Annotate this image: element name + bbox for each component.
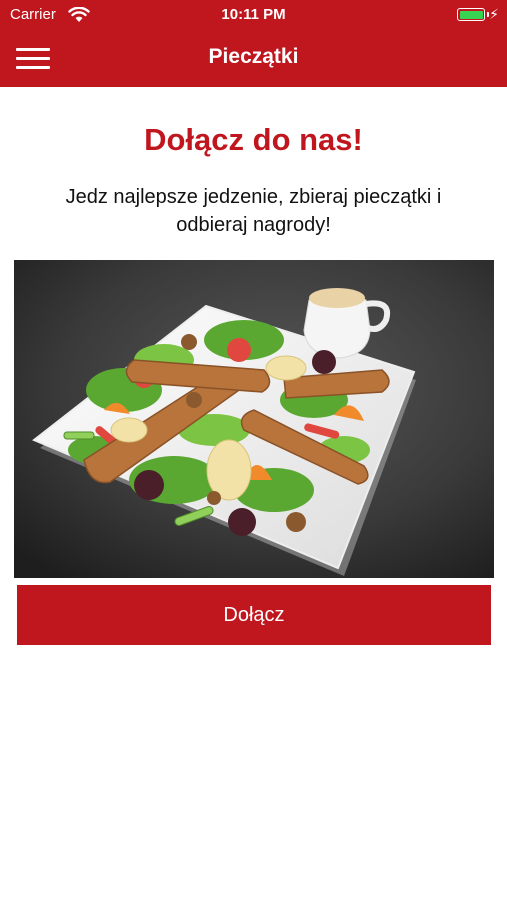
status-bar: Carrier 10:11 PM ⚡ <box>0 0 507 30</box>
battery-icon <box>457 8 485 21</box>
nav-bar: Pieczątki <box>0 30 507 87</box>
battery-level <box>459 10 483 19</box>
join-subtitle: Jedz najlepsze jedzenie, zbieraj piecząt… <box>65 186 442 236</box>
page-title: Pieczątki <box>208 45 299 68</box>
join-button-label: Dołącz <box>223 603 285 626</box>
join-heading: Dołącz do nas! <box>144 122 363 157</box>
salad-plate-image <box>14 260 494 578</box>
app-header: Carrier 10:11 PM ⚡ Pieczątki <box>0 0 507 87</box>
charging-icon: ⚡ <box>489 6 499 22</box>
join-button[interactable]: Dołącz <box>17 585 491 645</box>
clock: 10:11 PM <box>221 6 286 23</box>
salad-illustration <box>14 260 494 578</box>
